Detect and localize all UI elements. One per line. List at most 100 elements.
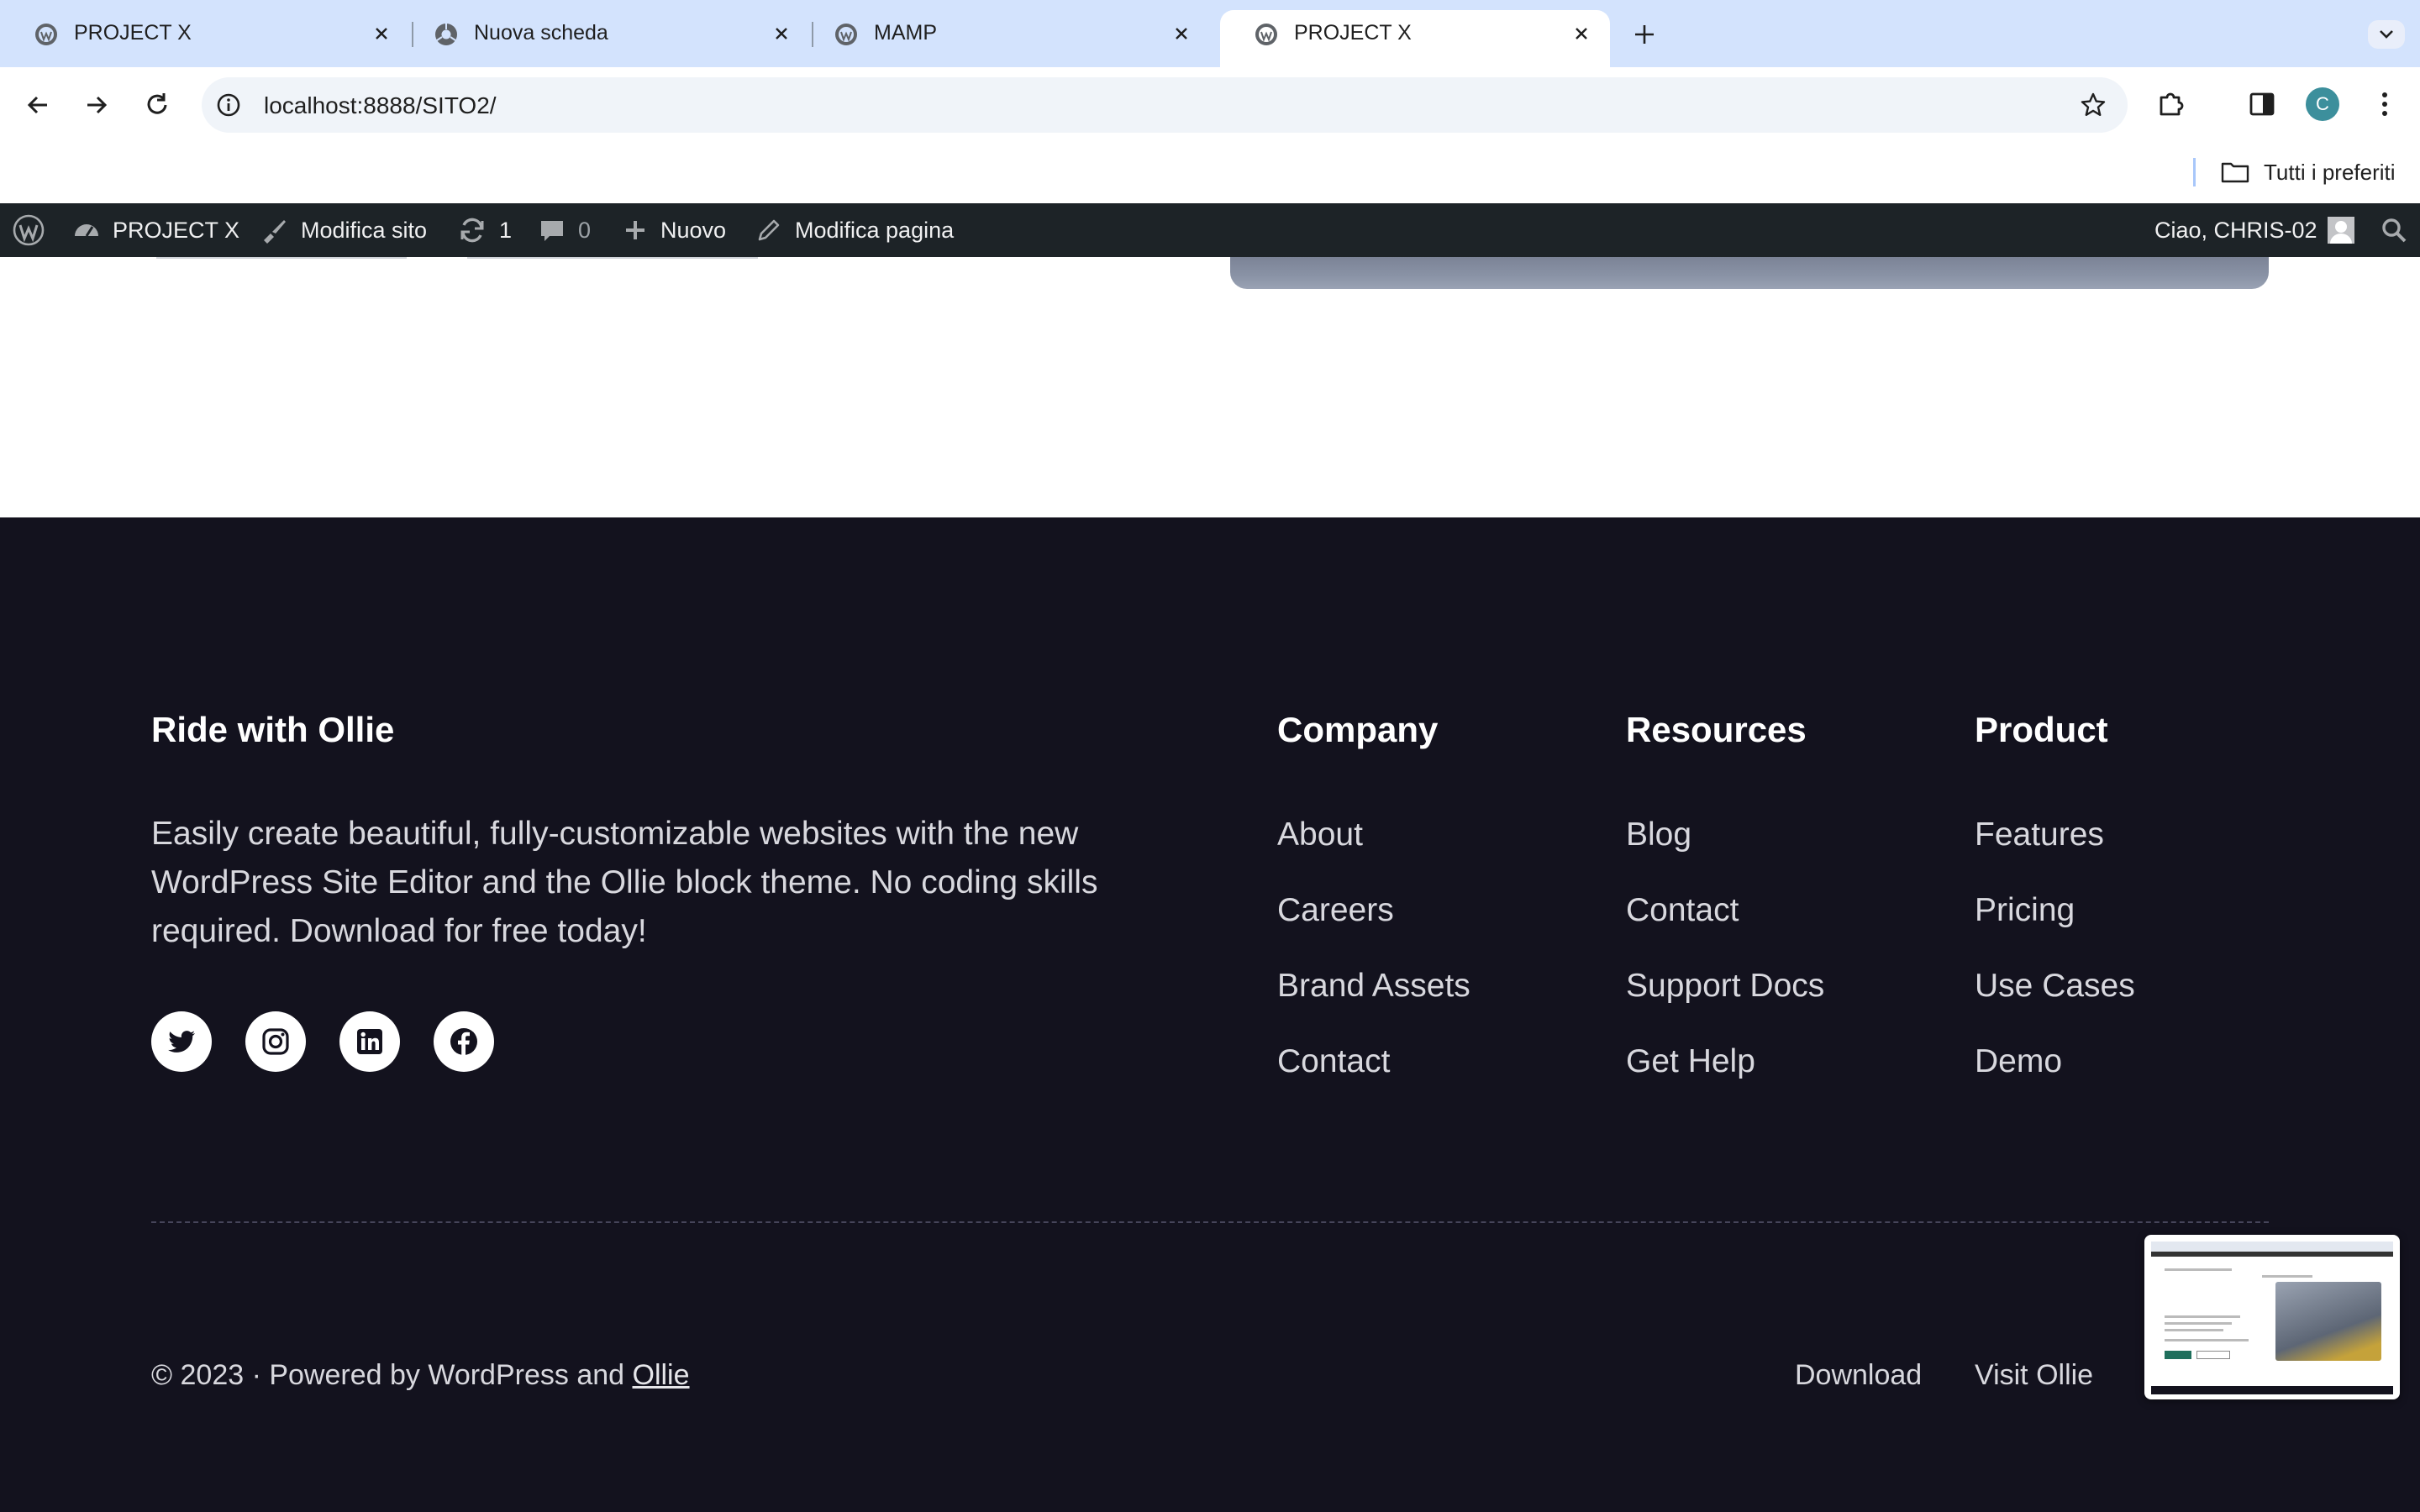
updates-menu[interactable]: 1 <box>457 203 512 257</box>
profile-avatar[interactable]: C <box>2306 87 2339 121</box>
thumbnail-primary-button <box>2165 1351 2191 1359</box>
footer-download-link[interactable]: Download <box>1795 1357 1922 1393</box>
browser-tab-strip: PROJECT X Nuova scheda MAMP PROJECT X <box>0 0 2420 67</box>
footer-link-brand-assets[interactable]: Brand Assets <box>1277 966 1470 1006</box>
site-footer: Ride with Ollie Easily create beautiful,… <box>0 517 2420 1512</box>
side-panel-icon[interactable] <box>2244 86 2281 123</box>
back-arrow-icon[interactable] <box>20 87 55 123</box>
close-tab-icon[interactable] <box>770 22 793 45</box>
thumbnail-browser-bar <box>2151 1242 2393 1252</box>
wordpress-favicon-icon <box>835 24 857 45</box>
screenshot-preview-thumbnail[interactable] <box>2144 1235 2400 1399</box>
footer-link-features[interactable]: Features <box>1975 815 2104 855</box>
tab-search-chevron-icon[interactable] <box>2368 20 2405 49</box>
footer-link-use-cases[interactable]: Use Cases <box>1975 966 2135 1006</box>
tab-title: MAMP <box>874 21 937 45</box>
page-content-above-footer <box>0 257 2420 517</box>
twitter-link[interactable] <box>151 1011 212 1072</box>
browser-tab-active[interactable]: PROJECT X <box>1220 10 1610 67</box>
my-account-menu[interactable]: Ciao, CHRIS-02 <box>2154 203 2354 257</box>
browser-tab[interactable]: Nuova scheda <box>400 0 803 67</box>
comment-bubble-icon <box>541 221 563 241</box>
thumbnail-text-line <box>2165 1322 2232 1325</box>
site-info-icon[interactable] <box>215 92 242 118</box>
comments-menu[interactable]: 0 <box>538 203 591 257</box>
footer-link-pricing[interactable]: Pricing <box>1975 890 2075 931</box>
admin-search-button[interactable] <box>2380 203 2408 257</box>
footer-link-support-docs[interactable]: Support Docs <box>1626 966 1824 1006</box>
footer-visit-ollie-link[interactable]: Visit Ollie <box>1975 1357 2093 1393</box>
footer-link-contact[interactable]: Contact <box>1626 890 1739 931</box>
close-tab-icon[interactable] <box>370 22 393 45</box>
new-content-menu[interactable]: Nuovo <box>622 203 726 257</box>
new-tab-icon[interactable] <box>1630 20 1659 49</box>
twitter-icon <box>168 1031 195 1053</box>
forward-arrow-icon[interactable] <box>79 87 114 123</box>
cut-off-button-edge <box>156 257 407 259</box>
wordpress-logo-icon <box>13 214 45 246</box>
all-bookmarks-link[interactable]: Tutti i preferiti <box>2264 160 2396 185</box>
linkedin-icon <box>357 1029 382 1054</box>
thumbnail-text-line <box>2165 1329 2223 1331</box>
thumbnail-admin-bar <box>2151 1252 2393 1257</box>
footer-divider <box>151 1221 2269 1223</box>
url-text[interactable]: localhost:8888/SITO2/ <box>264 92 497 119</box>
user-avatar <box>2327 217 2354 244</box>
wordpress-favicon-icon <box>35 24 57 45</box>
facebook-link[interactable] <box>434 1011 494 1072</box>
footer-description: Easily create beautiful, fully-customiza… <box>151 816 1098 949</box>
footer-column-title: Company <box>1277 710 1439 749</box>
thumbnail-text-line <box>2165 1268 2232 1271</box>
footer-link-get-help[interactable]: Get Help <box>1626 1042 1755 1082</box>
browser-tab[interactable]: PROJECT X <box>0 0 403 67</box>
ollie-link[interactable]: Ollie <box>633 1359 690 1391</box>
tab-title: PROJECT X <box>1294 21 1412 45</box>
thumbnail-secondary-button <box>2196 1351 2230 1359</box>
comments-count: 0 <box>578 217 592 243</box>
footer-link-contact[interactable]: Contact <box>1277 1042 1390 1082</box>
footer-column-title: Product <box>1975 710 2108 749</box>
reload-icon[interactable] <box>139 87 175 123</box>
extensions-puzzle-icon[interactable] <box>2153 86 2190 123</box>
bookmark-star-icon[interactable] <box>2079 91 2107 119</box>
footer-link-blog[interactable]: Blog <box>1626 815 1691 855</box>
tab-title: Nuova scheda <box>474 21 608 45</box>
bookmarks-separator <box>2193 158 2196 186</box>
edit-site-menu[interactable]: Modifica sito <box>259 203 427 257</box>
edit-page-menu[interactable]: Modifica pagina <box>755 203 954 257</box>
instagram-icon <box>262 1028 289 1055</box>
address-bar[interactable]: localhost:8888/SITO2/ <box>202 77 2128 133</box>
cut-off-button-edge <box>467 257 758 259</box>
wordpress-favicon-icon <box>1255 24 1277 45</box>
footer-copyright: © 2023 · Powered by WordPress and Ollie <box>151 1357 690 1393</box>
more-menu-icon[interactable] <box>2366 86 2403 123</box>
greeting-label: Ciao, CHRIS-02 <box>2154 217 2317 243</box>
linkedin-link[interactable] <box>339 1011 400 1072</box>
thumbnail-text-line <box>2165 1315 2240 1318</box>
close-tab-icon[interactable] <box>1170 22 1193 45</box>
wordpress-logo-menu[interactable] <box>12 203 45 257</box>
hero-image-bottom-edge <box>1230 257 2269 289</box>
brush-icon <box>264 220 286 244</box>
folder-icon[interactable] <box>2220 160 2250 185</box>
site-name-label: PROJECT X <box>113 217 240 243</box>
thumbnail-hero-image <box>2275 1282 2381 1361</box>
updates-count: 1 <box>499 217 513 243</box>
site-name-menu[interactable]: PROJECT X <box>72 203 239 257</box>
updates-refresh-icon <box>460 218 484 243</box>
footer-link-careers[interactable]: Careers <box>1277 890 1394 931</box>
dashboard-gauge-icon <box>75 224 98 237</box>
close-tab-icon[interactable] <box>1570 22 1593 45</box>
tab-title: PROJECT X <box>74 21 192 45</box>
copyright-text: © 2023 · Powered by WordPress and <box>151 1359 633 1391</box>
bookmarks-bar: Tutti i preferiti <box>0 143 2420 203</box>
footer-link-demo[interactable]: Demo <box>1975 1042 2062 1082</box>
browser-tab[interactable]: MAMP <box>800 0 1203 67</box>
footer-brand-title: Ride with Ollie <box>151 710 395 749</box>
user-silhouette-icon <box>2329 221 2352 244</box>
footer-column-title: Resources <box>1626 710 1807 749</box>
edit-page-label: Modifica pagina <box>795 217 955 243</box>
thumbnail-footer <box>2151 1386 2393 1394</box>
instagram-link[interactable] <box>245 1011 306 1072</box>
footer-link-about[interactable]: About <box>1277 815 1363 855</box>
